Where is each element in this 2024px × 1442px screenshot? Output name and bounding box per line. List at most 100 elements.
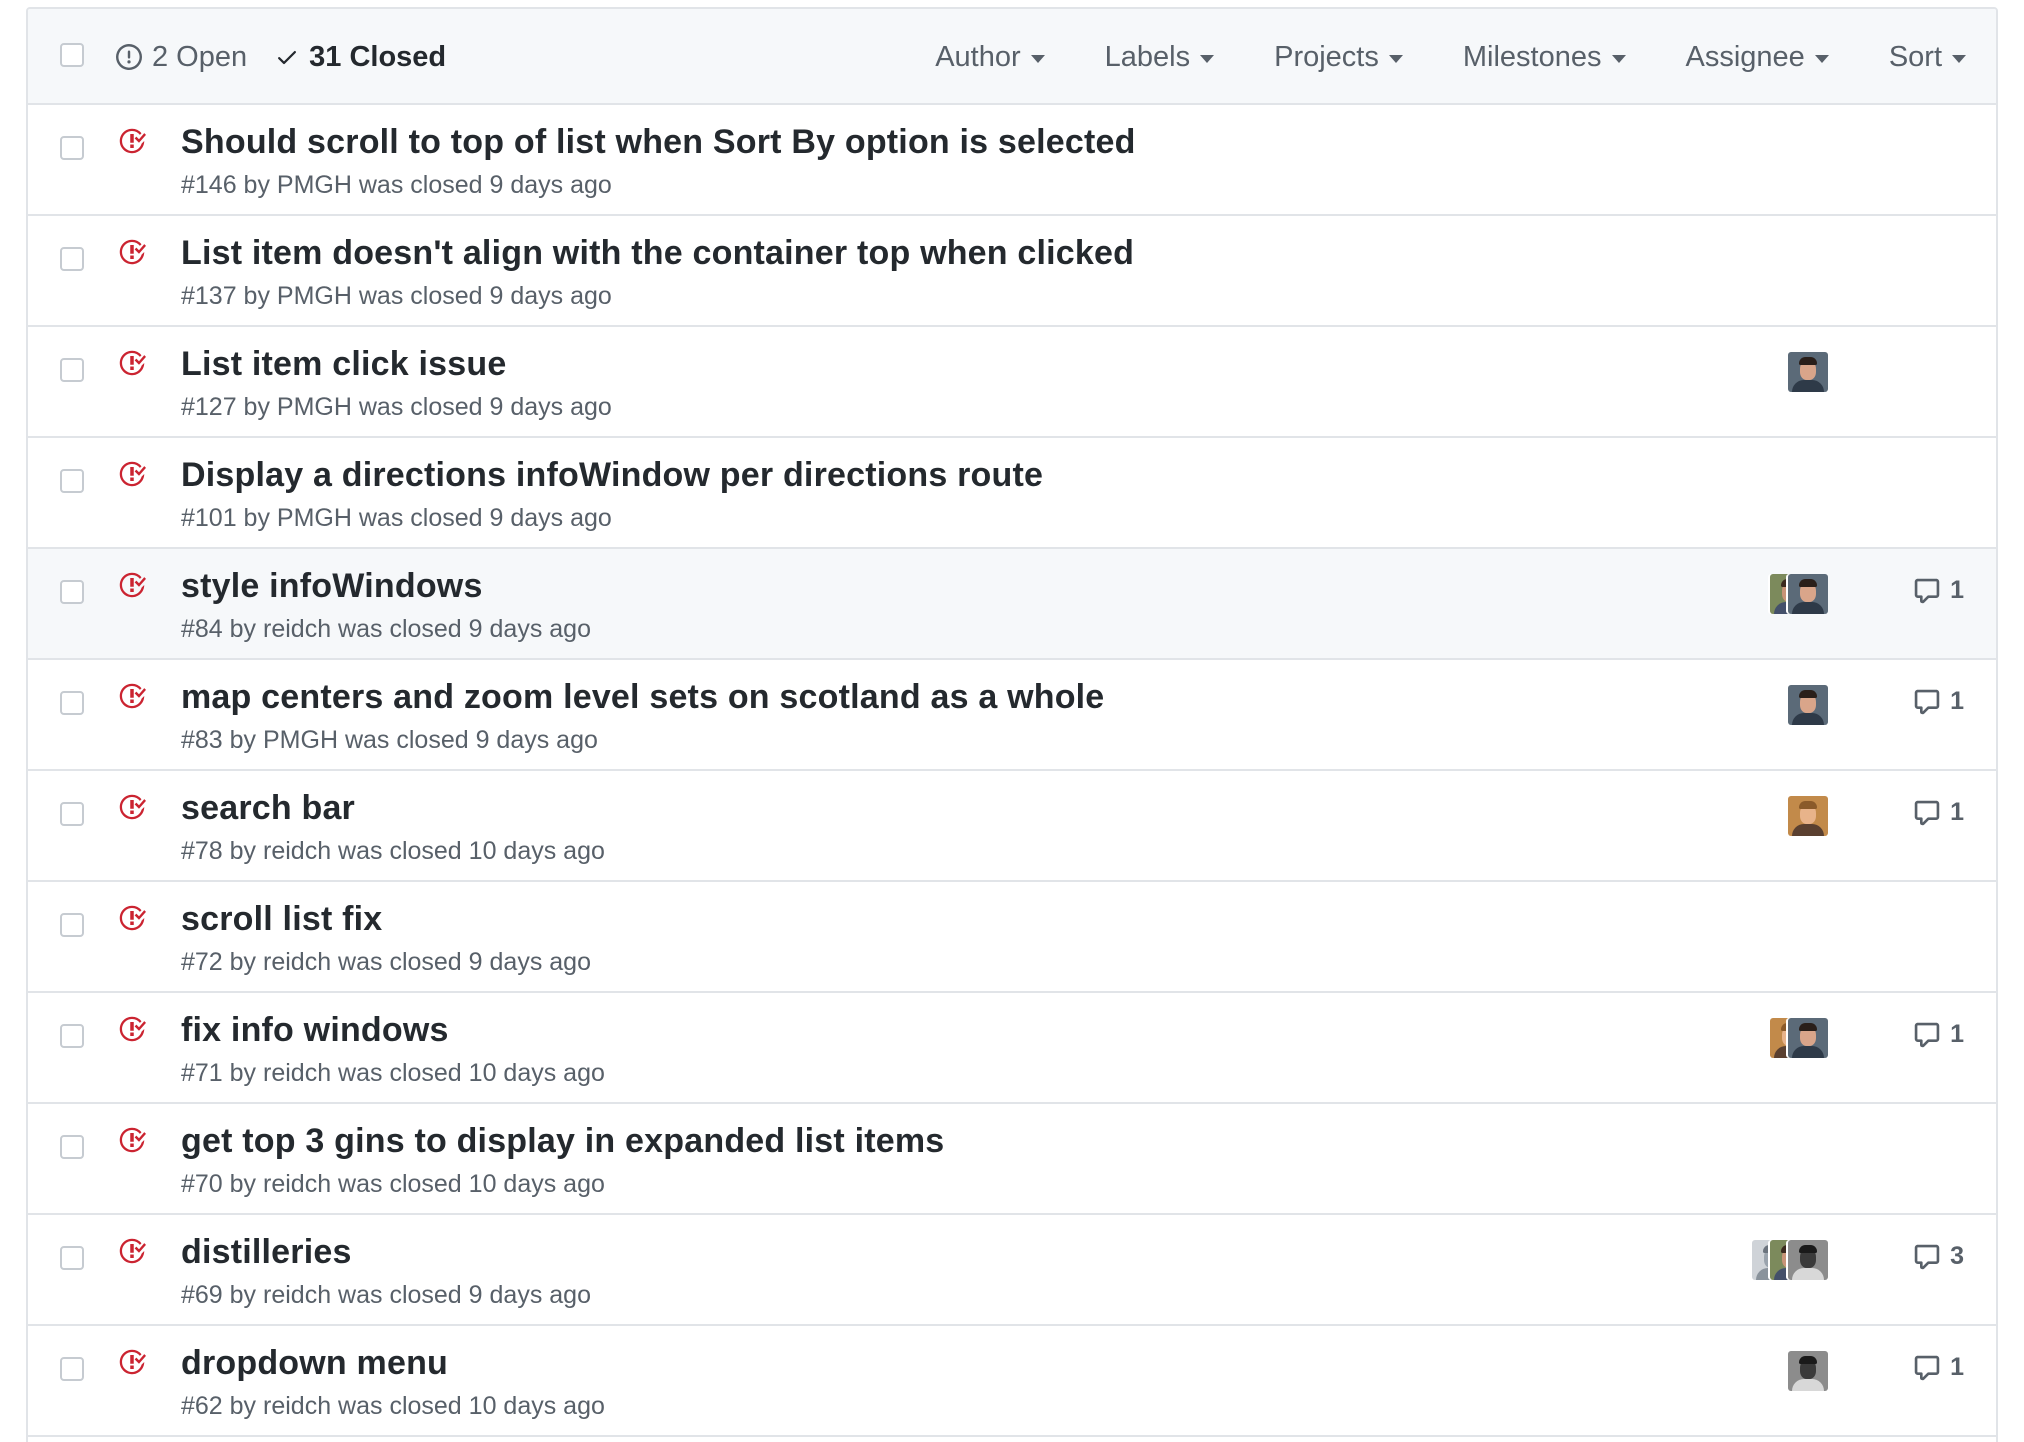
milestones-filter-label: Milestones <box>1462 40 1602 73</box>
issue-row[interactable]: List item doesn't align with the contain… <box>28 216 1996 327</box>
issue-opened-icon <box>116 44 142 70</box>
issue-row[interactable]: search bar #78 by reidch was closed 10 da… <box>28 771 1996 882</box>
issues-list: Should scroll to top of list when Sort B… <box>28 105 1996 1437</box>
issue-row[interactable]: dropdown menu #62 by reidch was closed 10… <box>28 1326 1996 1437</box>
caret-down-icon <box>1814 55 1829 63</box>
issue-checkbox[interactable] <box>60 913 84 942</box>
comment-icon <box>1912 577 1942 605</box>
issue-title-link[interactable]: List item doesn't align with the contain… <box>181 234 1134 273</box>
author-filter-label: Author <box>935 40 1021 73</box>
comment-count: 1 <box>1950 1353 1964 1381</box>
issue-title-link[interactable]: get top 3 gins to display in expanded li… <box>181 1122 944 1161</box>
avatar[interactable] <box>1788 1240 1828 1280</box>
issue-row[interactable]: List item click issue #127 by PMGH was cl… <box>28 327 1996 438</box>
assignee-avatars[interactable] <box>1770 1018 1828 1058</box>
comment-count: 1 <box>1950 798 1964 826</box>
comment-icon <box>1912 688 1942 716</box>
comments-link[interactable]: 1 <box>1912 576 1964 605</box>
issue-meta: #84 by reidch was closed 9 days ago <box>181 615 591 643</box>
issue-checkbox[interactable] <box>60 358 84 387</box>
assignee-avatars[interactable] <box>1788 685 1828 725</box>
comment-icon <box>1912 1021 1942 1049</box>
select-all-checkbox[interactable] <box>60 43 84 72</box>
issue-row[interactable]: distilleries #69 by reidch was closed 9 d… <box>28 1215 1996 1326</box>
avatar[interactable] <box>1788 1018 1828 1058</box>
issue-checkbox[interactable] <box>60 1135 84 1164</box>
check-icon <box>275 45 299 69</box>
issue-row[interactable]: scroll list fix #72 by reidch was closed … <box>28 882 1996 993</box>
comment-count: 1 <box>1950 687 1964 715</box>
issue-row[interactable]: Should scroll to top of list when Sort B… <box>28 105 1996 216</box>
issue-meta: #71 by reidch was closed 10 days ago <box>181 1059 605 1087</box>
issue-title-link[interactable]: Display a directions infoWindow per dire… <box>181 456 1043 495</box>
issue-title-link[interactable]: map centers and zoom level sets on scotl… <box>181 678 1104 717</box>
assignee-avatars[interactable] <box>1788 1351 1828 1391</box>
comments-link[interactable]: 1 <box>1912 1020 1964 1049</box>
issue-meta: #72 by reidch was closed 9 days ago <box>181 948 591 976</box>
issue-row[interactable]: Display a directions infoWindow per dire… <box>28 438 1996 549</box>
caret-down-icon <box>1200 55 1215 63</box>
caret-down-icon <box>1030 55 1045 63</box>
issue-meta: #137 by PMGH was closed 9 days ago <box>181 282 612 310</box>
assignee-avatars[interactable] <box>1770 574 1828 614</box>
issue-title-link[interactable]: distilleries <box>181 1233 352 1272</box>
issue-closed-icon <box>118 1126 146 1159</box>
issue-title-link[interactable]: style infoWindows <box>181 567 483 606</box>
issue-checkbox[interactable] <box>60 580 84 609</box>
avatar[interactable] <box>1788 796 1828 836</box>
issue-title-link[interactable]: fix info windows <box>181 1011 449 1050</box>
issue-meta: #70 by reidch was closed 10 days ago <box>181 1170 605 1198</box>
issue-row[interactable]: get top 3 gins to display in expanded li… <box>28 1104 1996 1215</box>
avatar[interactable] <box>1788 574 1828 614</box>
author-filter[interactable]: Author <box>935 40 1045 74</box>
issue-checkbox[interactable] <box>60 802 84 831</box>
issue-checkbox[interactable] <box>60 1357 84 1386</box>
sort-filter[interactable]: Sort <box>1889 41 1966 74</box>
issue-title-link[interactable]: List item click issue <box>181 345 506 384</box>
issue-checkbox[interactable] <box>60 691 84 720</box>
comment-icon <box>1912 799 1942 827</box>
labels-filter-label: Labels <box>1104 40 1191 73</box>
issue-checkbox[interactable] <box>60 1246 84 1275</box>
issue-checkbox[interactable] <box>60 247 84 276</box>
assignee-avatars[interactable] <box>1788 796 1828 836</box>
assignee-filter[interactable]: Assignee <box>1686 41 1829 74</box>
issue-checkbox[interactable] <box>60 469 84 498</box>
projects-filter-label: Projects <box>1274 40 1379 73</box>
issue-title-link[interactable]: search bar <box>181 789 355 828</box>
sort-filter-label: Sort <box>1888 40 1942 73</box>
assignee-avatars[interactable] <box>1788 352 1828 392</box>
caret-down-icon <box>1388 55 1403 63</box>
assignee-filter-label: Assignee <box>1685 40 1805 73</box>
issue-row[interactable]: fix info windows #71 by reidch was closed… <box>28 993 1996 1104</box>
closed-issues-tab[interactable]: 31 Closed <box>275 41 446 74</box>
open-issues-tab[interactable]: 2 Open <box>116 41 247 74</box>
labels-filter[interactable]: Labels <box>1104 40 1215 74</box>
issue-title-link[interactable]: scroll list fix <box>181 900 382 939</box>
issue-row[interactable]: map centers and zoom level sets on scotl… <box>28 660 1996 771</box>
comments-link[interactable]: 3 <box>1912 1242 1964 1271</box>
issue-checkbox[interactable] <box>60 136 84 165</box>
issue-meta: #146 by PMGH was closed 9 days ago <box>181 171 612 199</box>
issue-closed-icon <box>118 127 146 160</box>
issue-title-link[interactable]: Should scroll to top of list when Sort B… <box>181 123 1136 162</box>
assignee-avatars[interactable] <box>1752 1240 1828 1280</box>
comment-count: 3 <box>1950 1242 1964 1270</box>
issue-checkbox[interactable] <box>60 1024 84 1053</box>
comments-link[interactable]: 1 <box>1912 687 1964 716</box>
issue-title-link[interactable]: dropdown menu <box>181 1344 448 1383</box>
issue-row[interactable]: style infoWindows #84 by reidch was close… <box>28 549 1996 660</box>
avatar[interactable] <box>1788 352 1828 392</box>
issue-closed-icon <box>118 904 146 937</box>
comments-link[interactable]: 1 <box>1912 798 1964 827</box>
caret-down-icon <box>1952 55 1966 63</box>
milestones-filter[interactable]: Milestones <box>1463 41 1626 74</box>
avatar[interactable] <box>1788 1351 1828 1391</box>
avatar[interactable] <box>1788 685 1828 725</box>
issue-closed-icon <box>118 571 146 604</box>
projects-filter[interactable]: Projects <box>1274 41 1403 74</box>
comments-link[interactable]: 1 <box>1912 1353 1964 1382</box>
filter-bar: Author Labels Projects Milestones Assign… <box>875 9 1966 105</box>
issue-closed-icon <box>118 793 146 826</box>
issue-state-toggle: 2 Open 31 Closed <box>116 9 474 105</box>
